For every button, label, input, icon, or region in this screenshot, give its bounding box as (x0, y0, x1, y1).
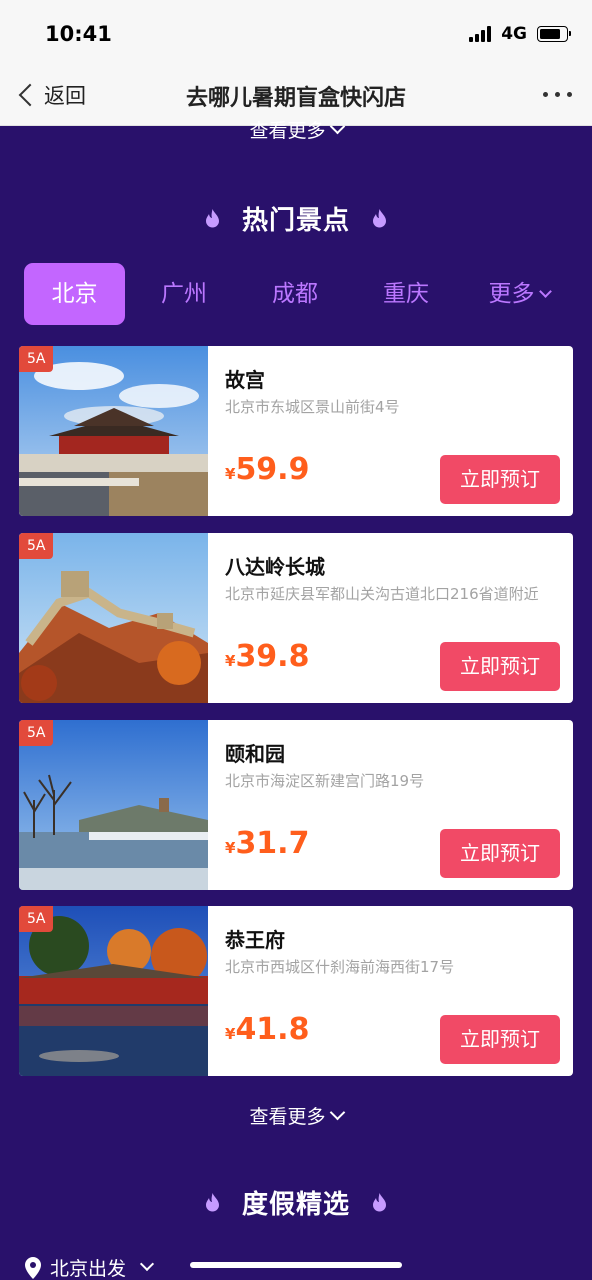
flame-icon (205, 209, 219, 228)
attraction-name: 故宫 (225, 368, 265, 392)
tab-chongqing[interactable]: 重庆 (356, 263, 456, 325)
home-indicator (190, 1262, 402, 1268)
price-value: 39.8 (235, 639, 310, 674)
flame-icon (373, 1193, 386, 1212)
rating-badge: 5A (19, 906, 54, 932)
rating-badge: 5A (19, 346, 54, 372)
attraction-address: 北京市海淀区新建宫门路19号 (225, 772, 425, 790)
departure-location-selector[interactable]: 北京出发 (24, 1254, 155, 1280)
price-value: 41.8 (235, 1012, 310, 1047)
view-more-label: 查看更多 (249, 120, 326, 142)
chevron-down-icon (139, 1256, 155, 1271)
view-more-label: 查看更多 (249, 1106, 326, 1128)
book-now-button[interactable]: 立即预订 (440, 1015, 560, 1064)
currency-symbol: ¥ (225, 465, 236, 483)
book-now-button[interactable]: 立即预订 (440, 642, 560, 691)
network-type: 4G (501, 24, 527, 44)
attraction-price: ¥41.8 (225, 1012, 309, 1047)
section-hot-attractions-title: 热门景点 (0, 200, 592, 237)
departure-location-label: 北京出发 (50, 1258, 127, 1280)
book-now-button[interactable]: 立即预订 (440, 829, 560, 878)
attraction-card[interactable]: 5A 颐和园 北京市海淀区新建宫门路19号 ¥31.7 立即预订 (19, 720, 573, 890)
attraction-image-great-wall: 5A (19, 533, 208, 703)
price-value: 31.7 (235, 826, 310, 861)
rating-badge: 5A (19, 533, 54, 559)
tab-chengdu[interactable]: 成都 (245, 263, 345, 325)
attraction-image-summer-palace: 5A (19, 720, 208, 890)
attraction-card[interactable]: 5A 恭王府 北京市西城区什刹海前海西街17号 ¥41.8 立即预订 (19, 906, 573, 1076)
status-time: 10:41 (45, 22, 112, 46)
battery-icon (537, 26, 571, 42)
location-pin-icon (25, 1256, 41, 1279)
section-vacation-title: 度假精选 (0, 1184, 592, 1221)
attraction-name: 颐和园 (225, 742, 285, 766)
attraction-image-prince-gong-mansion: 5A (19, 906, 208, 1076)
tab-more-label: 更多 (488, 281, 535, 307)
status-indicators: 4G (469, 24, 571, 44)
tab-beijing[interactable]: 北京 (24, 263, 125, 325)
tab-guangzhou[interactable]: 广州 (134, 263, 234, 325)
more-options-icon[interactable] (543, 92, 572, 97)
currency-symbol: ¥ (225, 652, 236, 670)
attraction-price: ¥31.7 (225, 826, 309, 861)
attraction-address: 北京市延庆县军都山关沟古道北口216省道附近 (225, 585, 539, 603)
view-more-top-link[interactable]: 查看更多 (0, 116, 592, 143)
chevron-down-icon (329, 1104, 345, 1121)
currency-symbol: ¥ (225, 1025, 236, 1043)
rating-badge: 5A (19, 720, 54, 746)
attraction-name: 八达岭长城 (225, 555, 325, 579)
attraction-address: 北京市东城区景山前街4号 (225, 398, 400, 416)
attraction-address: 北京市西城区什刹海前海西街17号 (225, 958, 455, 976)
status-bar: 10:41 4G (0, 0, 592, 66)
book-now-button[interactable]: 立即预订 (440, 455, 560, 504)
attraction-price: ¥39.8 (225, 639, 309, 674)
currency-symbol: ¥ (225, 839, 236, 857)
chevron-down-icon (538, 285, 552, 298)
city-tabs: 北京 广州 成都 重庆 更多 (24, 263, 584, 325)
price-value: 59.9 (235, 452, 310, 487)
view-more-bottom-link[interactable]: 查看更多 (0, 1102, 592, 1129)
attraction-name: 恭王府 (225, 928, 285, 952)
tab-more[interactable]: 更多 (464, 263, 574, 325)
attraction-image-forbidden-city: 5A (19, 346, 208, 516)
signal-icon (469, 26, 492, 42)
chevron-down-icon (329, 118, 345, 135)
page-title: 去哪儿暑期盲盒快闪店 (185, 86, 406, 111)
flame-icon (205, 1193, 219, 1212)
flame-icon (373, 209, 386, 228)
section-title-text: 热门景点 (241, 206, 350, 236)
attraction-card[interactable]: 5A 故宫 北京市东城区景山前街4号 ¥59.9 立即预订 (19, 346, 573, 516)
attraction-price: ¥59.9 (225, 452, 309, 487)
attraction-card[interactable]: 5A 八达岭长城 北京市延庆县军都山关沟古道北口216省道附近 ¥39.8 立即… (19, 533, 573, 703)
section-title-text: 度假精选 (241, 1190, 350, 1220)
